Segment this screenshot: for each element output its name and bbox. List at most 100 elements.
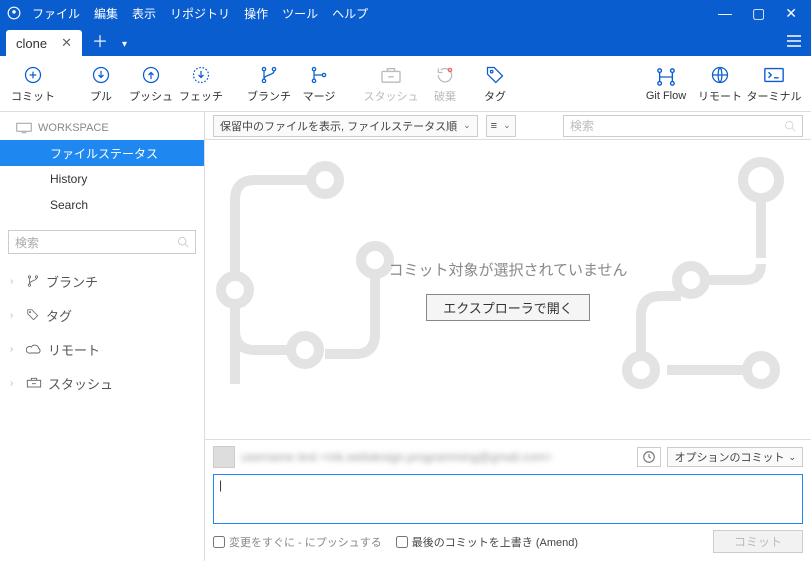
menu-file[interactable]: ファイル bbox=[32, 5, 80, 22]
sidebar-cat-remote-label: リモート bbox=[48, 340, 100, 359]
sidebar-cat-tag[interactable]: › タグ bbox=[0, 298, 204, 332]
checkbox-icon[interactable] bbox=[396, 536, 408, 548]
search-icon bbox=[177, 236, 189, 248]
chevron-down-icon: ⌄ bbox=[463, 120, 471, 131]
open-explorer-button[interactable]: エクスプローラで開く bbox=[426, 294, 590, 321]
view-mode-dropdown[interactable]: ≡ ⌄ bbox=[486, 115, 516, 137]
fetch-label: フェッチ bbox=[179, 88, 223, 104]
main-panel: 保留中のファイルを表示, ファイルステータス順 ⌄ ≡ ⌄ 検索 コミット対象が… bbox=[205, 112, 811, 561]
commit-submit-button[interactable]: コミット bbox=[713, 530, 803, 553]
commit-button[interactable]: コミット bbox=[8, 56, 58, 112]
remote-button[interactable]: リモート bbox=[695, 56, 745, 112]
push-icon bbox=[141, 64, 161, 86]
branch-icon bbox=[259, 64, 279, 86]
push-label: プッシュ bbox=[129, 88, 173, 104]
chevron-right-icon: › bbox=[10, 310, 20, 321]
gitflow-button[interactable]: Git Flow bbox=[637, 56, 695, 112]
commit-author: username test <mk.webdesign.programming@… bbox=[241, 450, 631, 464]
push-button[interactable]: プッシュ bbox=[126, 56, 176, 112]
chevron-down-icon: ⌄ bbox=[503, 120, 511, 131]
amend-checkbox[interactable]: 最後のコミットを上書き (Amend) bbox=[396, 534, 578, 550]
fetch-button[interactable]: フェッチ bbox=[176, 56, 226, 112]
new-tab-icon[interactable]: ＋ bbox=[92, 28, 108, 52]
gitflow-label: Git Flow bbox=[646, 90, 686, 102]
discard-icon bbox=[435, 64, 455, 86]
sidebar-cat-stash-label: スタッシュ bbox=[48, 374, 113, 393]
tag-icon bbox=[26, 308, 40, 322]
branch-button[interactable]: ブランチ bbox=[244, 56, 294, 112]
tab-menu-icon[interactable]: ▾ bbox=[122, 39, 127, 50]
checkbox-icon[interactable] bbox=[213, 536, 225, 548]
sidebar-cat-branch[interactable]: › ブランチ bbox=[0, 264, 204, 298]
tag-button[interactable]: タグ bbox=[470, 56, 520, 112]
chevron-right-icon: › bbox=[10, 378, 20, 389]
cloud-icon bbox=[26, 343, 42, 355]
workspace-header[interactable]: WORKSPACE bbox=[0, 120, 204, 140]
hamburger-icon[interactable] bbox=[787, 35, 801, 50]
discard-label: 破棄 bbox=[434, 88, 456, 104]
tab-label: clone bbox=[16, 36, 47, 51]
sidebar-item-history[interactable]: History bbox=[0, 166, 204, 192]
stash-icon bbox=[26, 377, 42, 389]
push-check-label: 変更をすぐに - にプッシュする bbox=[229, 534, 382, 550]
push-immediately-checkbox[interactable]: 変更をすぐに - にプッシュする bbox=[213, 534, 382, 550]
search-icon bbox=[784, 120, 796, 132]
sidebar-item-search[interactable]: Search bbox=[0, 192, 204, 218]
fetch-icon bbox=[191, 64, 211, 86]
tag-icon bbox=[485, 64, 505, 86]
window-maximize-icon[interactable]: ▢ bbox=[752, 5, 765, 22]
file-filter-dropdown[interactable]: 保留中のファイルを表示, ファイルステータス順 ⌄ bbox=[213, 115, 478, 137]
branch-label: ブランチ bbox=[247, 88, 291, 104]
chevron-right-icon: › bbox=[10, 276, 20, 287]
merge-button[interactable]: マージ bbox=[294, 56, 344, 112]
commit-message-input[interactable]: | bbox=[213, 474, 803, 524]
app-logo-icon bbox=[6, 5, 22, 21]
toolbar: コミット プル プッシュ フェッチ ブランチ マージ スタッシュ 破棄 タグ G… bbox=[0, 56, 811, 112]
sidebar-item-filestatus[interactable]: ファイルステータス bbox=[0, 140, 204, 166]
avatar bbox=[213, 446, 235, 468]
terminal-icon bbox=[763, 64, 785, 86]
sidebar-cat-branch-label: ブランチ bbox=[46, 272, 98, 291]
window-close-icon[interactable]: ✕ bbox=[785, 5, 797, 22]
sidebar-search-input[interactable]: 検索 bbox=[8, 230, 196, 254]
discard-button: 破棄 bbox=[420, 56, 470, 112]
commit-options-dropdown[interactable]: オプションのコミット ⌄ bbox=[667, 447, 803, 467]
window-minimize-icon[interactable]: — bbox=[718, 5, 732, 21]
menu-action[interactable]: 操作 bbox=[244, 5, 268, 22]
branch-icon bbox=[26, 274, 40, 288]
sidebar-search-placeholder: 検索 bbox=[15, 234, 177, 251]
terminal-button[interactable]: ターミナル bbox=[745, 56, 803, 112]
pull-button[interactable]: プル bbox=[76, 56, 126, 112]
empty-state-message: コミット対象が選択されていません bbox=[388, 259, 627, 280]
chevron-right-icon: › bbox=[10, 344, 20, 355]
monitor-icon bbox=[16, 122, 32, 134]
remote-icon bbox=[710, 64, 730, 86]
workspace-label: WORKSPACE bbox=[38, 122, 109, 134]
remote-label: リモート bbox=[698, 88, 742, 104]
panel-search-input[interactable]: 検索 bbox=[563, 115, 803, 137]
menu-help[interactable]: ヘルプ bbox=[332, 5, 368, 22]
menu-view[interactable]: 表示 bbox=[132, 5, 156, 22]
menu-edit[interactable]: 編集 bbox=[94, 5, 118, 22]
sidebar-cat-remote[interactable]: › リモート bbox=[0, 332, 204, 366]
chevron-down-icon: ⌄ bbox=[788, 452, 796, 463]
sidebar-cat-stash[interactable]: › スタッシュ bbox=[0, 366, 204, 400]
list-icon: ≡ bbox=[491, 120, 497, 132]
pull-icon bbox=[91, 64, 111, 86]
tab-close-icon[interactable]: ✕ bbox=[61, 35, 72, 51]
tag-label: タグ bbox=[484, 88, 506, 104]
file-filter-label: 保留中のファイルを表示, ファイルステータス順 bbox=[220, 118, 457, 134]
repo-tab[interactable]: clone ✕ bbox=[6, 30, 82, 56]
history-icon[interactable] bbox=[637, 447, 661, 467]
commit-label: コミット bbox=[11, 88, 55, 104]
commit-icon bbox=[23, 64, 43, 86]
stash-label: スタッシュ bbox=[364, 88, 419, 104]
menu-tools[interactable]: ツール bbox=[282, 5, 318, 22]
merge-label: マージ bbox=[303, 88, 336, 104]
stage-area: コミット対象が選択されていません エクスプローラで開く bbox=[205, 140, 811, 439]
sidebar: WORKSPACE ファイルステータス History Search 検索 › … bbox=[0, 112, 205, 561]
stash-icon bbox=[380, 64, 402, 86]
menu-repository[interactable]: リポジトリ bbox=[170, 5, 230, 22]
sidebar-cat-tag-label: タグ bbox=[46, 306, 72, 325]
bg-circuit-decoration bbox=[205, 140, 811, 439]
